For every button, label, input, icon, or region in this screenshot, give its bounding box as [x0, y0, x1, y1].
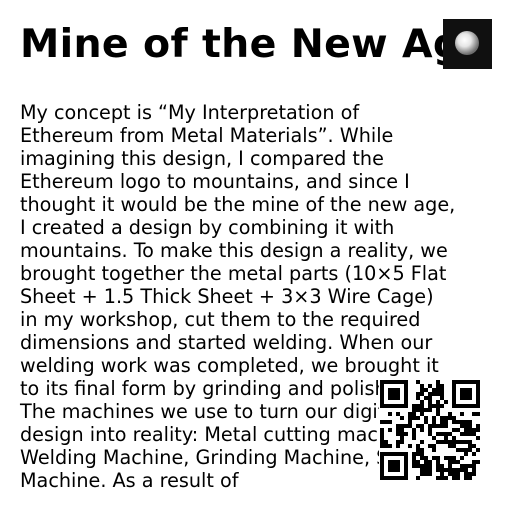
glossy-sphere-icon [443, 19, 492, 69]
qr-code-icon[interactable] [379, 379, 481, 481]
page-title: Mine of the New Age [20, 21, 489, 67]
